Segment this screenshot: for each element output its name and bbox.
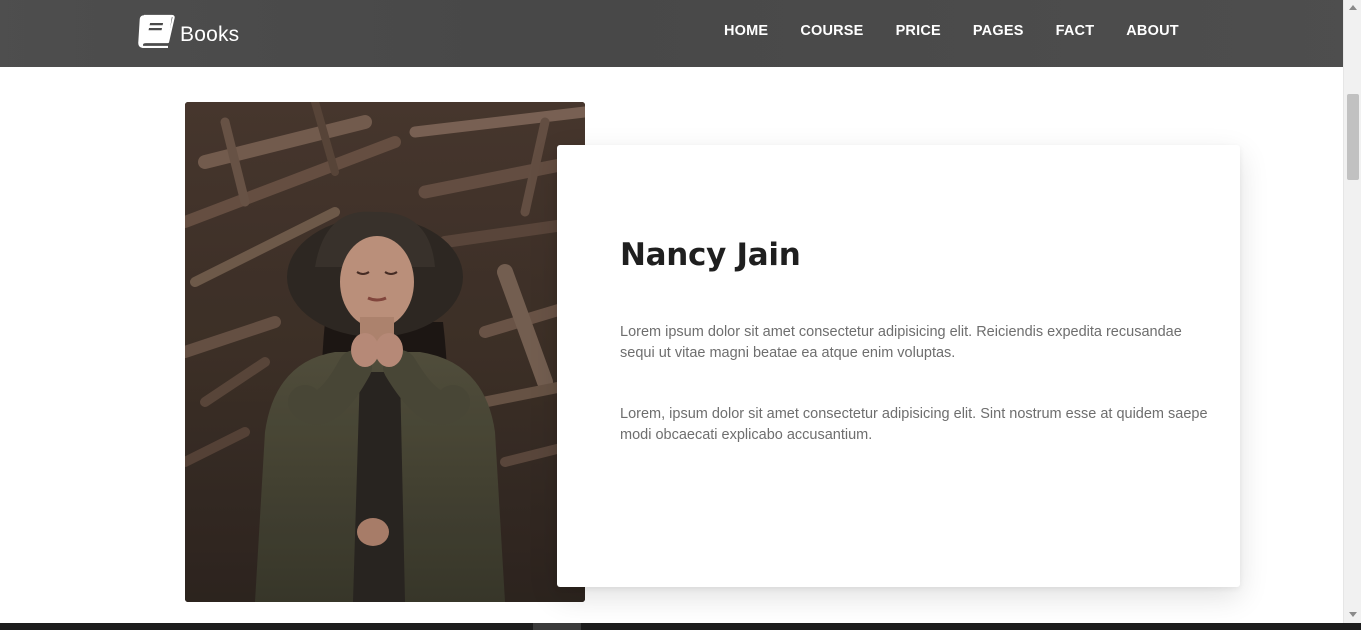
nav-price[interactable]: PRICE (896, 23, 941, 39)
nav-about[interactable]: ABOUT (1126, 23, 1179, 39)
nav-home[interactable]: HOME (724, 23, 768, 39)
taskbar-active-app[interactable] (533, 623, 581, 630)
nav-pages[interactable]: PAGES (973, 23, 1024, 39)
portrait-image (185, 102, 585, 602)
navbar: Books HOME COURSE PRICE PAGES FACT ABOUT (0, 0, 1343, 67)
nav-fact[interactable]: FACT (1056, 23, 1095, 39)
page-scrollbar[interactable] (1343, 0, 1361, 623)
scrollbar-thumb[interactable] (1347, 94, 1359, 180)
profile-name: Nancy Jain (620, 237, 801, 273)
brand-logo-link[interactable]: Books (138, 14, 239, 48)
main-nav: HOME COURSE PRICE PAGES FACT ABOUT (724, 23, 1179, 39)
nav-course[interactable]: COURSE (800, 23, 863, 39)
profile-paragraph-1: Lorem ipsum dolor sit amet consectetur a… (620, 324, 1182, 361)
brand-name: Books (180, 23, 240, 46)
profile-paragraph-2: Lorem, ipsum dolor sit amet consectetur … (620, 406, 1208, 443)
scroll-up-icon[interactable] (1349, 5, 1357, 10)
book-icon (138, 14, 175, 48)
profile-card: Nancy Jain Lorem ipsum dolor sit amet co… (557, 145, 1240, 587)
scroll-down-icon[interactable] (1349, 612, 1357, 617)
os-taskbar (0, 623, 1361, 630)
profile-photo (185, 102, 585, 602)
